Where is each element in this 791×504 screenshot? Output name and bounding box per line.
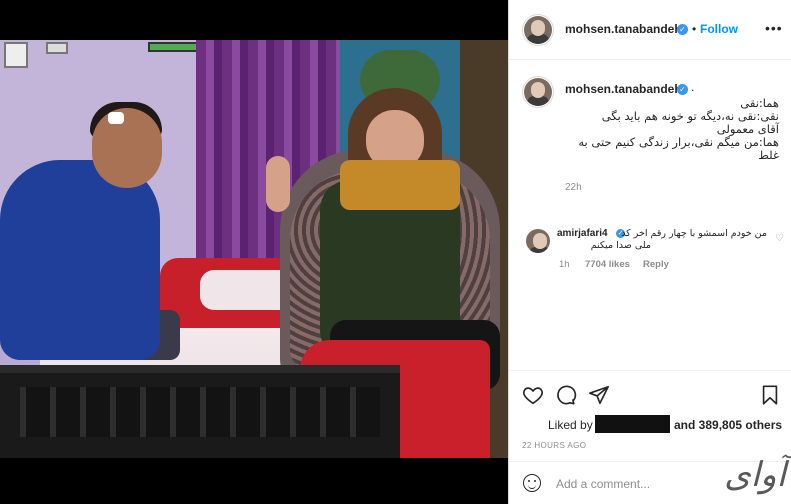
caption-text: هما:نقی نقی:نقی نه،دیگه تو خونه هم باید … <box>569 97 779 162</box>
scene-person-woman <box>266 156 290 212</box>
liked-by-prefix: Liked by <box>548 418 593 432</box>
share-icon[interactable] <box>588 384 610 406</box>
header-username[interactable]: mohsen.tanabandeh <box>565 22 682 36</box>
comment-text-line1: من خودم اسمشو با چهار رقم اخر کد <box>621 228 767 239</box>
liked-by-suffix[interactable]: and 389,805 others <box>674 418 782 432</box>
heart-icon[interactable] <box>522 384 544 406</box>
redacted-username <box>595 415 670 433</box>
post-header: mohsen.tanabandeh ✓ • Follow ••• <box>509 0 791 60</box>
comment-text-line2: ملی صدا میکنم <box>590 240 651 251</box>
caption-username[interactable]: mohsen.tanabandeh <box>565 82 682 96</box>
add-comment-input[interactable]: Add a comment... <box>556 477 650 491</box>
scene-person-man <box>108 112 124 124</box>
emoji-icon[interactable] <box>523 474 541 492</box>
post-image[interactable] <box>0 0 508 504</box>
comment-reply-button[interactable]: Reply <box>643 259 669 270</box>
posted-ago[interactable]: 22 HOURS AGO <box>522 441 586 450</box>
verified-icon: ✓ <box>677 84 688 95</box>
comment-avatar[interactable] <box>526 229 550 253</box>
scene-headboard <box>0 365 400 458</box>
avatar[interactable] <box>524 16 552 44</box>
comment-likes[interactable]: 7704 likes <box>585 259 630 270</box>
more-icon[interactable]: ••• <box>765 20 783 36</box>
follow-button[interactable]: Follow <box>700 22 738 36</box>
scene-person-man <box>0 160 160 360</box>
caption-line: هما:من میگم نقی،برار زندگی کنیم حتی به <box>578 135 779 149</box>
comment-like-icon[interactable]: ♡ <box>775 233 784 244</box>
caption-period: . <box>691 80 695 94</box>
bookmark-icon[interactable] <box>759 384 781 406</box>
watermark-logo: آوای <box>724 455 786 495</box>
scene-frame <box>46 42 68 54</box>
scene-person-woman <box>340 160 460 210</box>
image-top-letterbox <box>0 0 508 40</box>
scene-frame <box>148 42 202 52</box>
action-bar: Liked by and 389,805 others 22 HOURS AGO… <box>509 370 791 504</box>
photo-scene <box>0 40 508 458</box>
caption-avatar[interactable] <box>524 78 552 106</box>
comment-icon[interactable] <box>555 384 577 406</box>
verified-icon: ✓ <box>677 24 688 35</box>
caption-line: غلط <box>758 148 779 162</box>
scene-frame <box>4 42 28 68</box>
comment-time[interactable]: 1h <box>559 259 570 270</box>
caption-time[interactable]: 22h <box>565 182 582 193</box>
separator-dot: • <box>692 22 697 36</box>
post-panel: mohsen.tanabandeh ✓ • Follow ••• mohsen.… <box>508 0 791 504</box>
scene-person-man <box>92 108 162 188</box>
